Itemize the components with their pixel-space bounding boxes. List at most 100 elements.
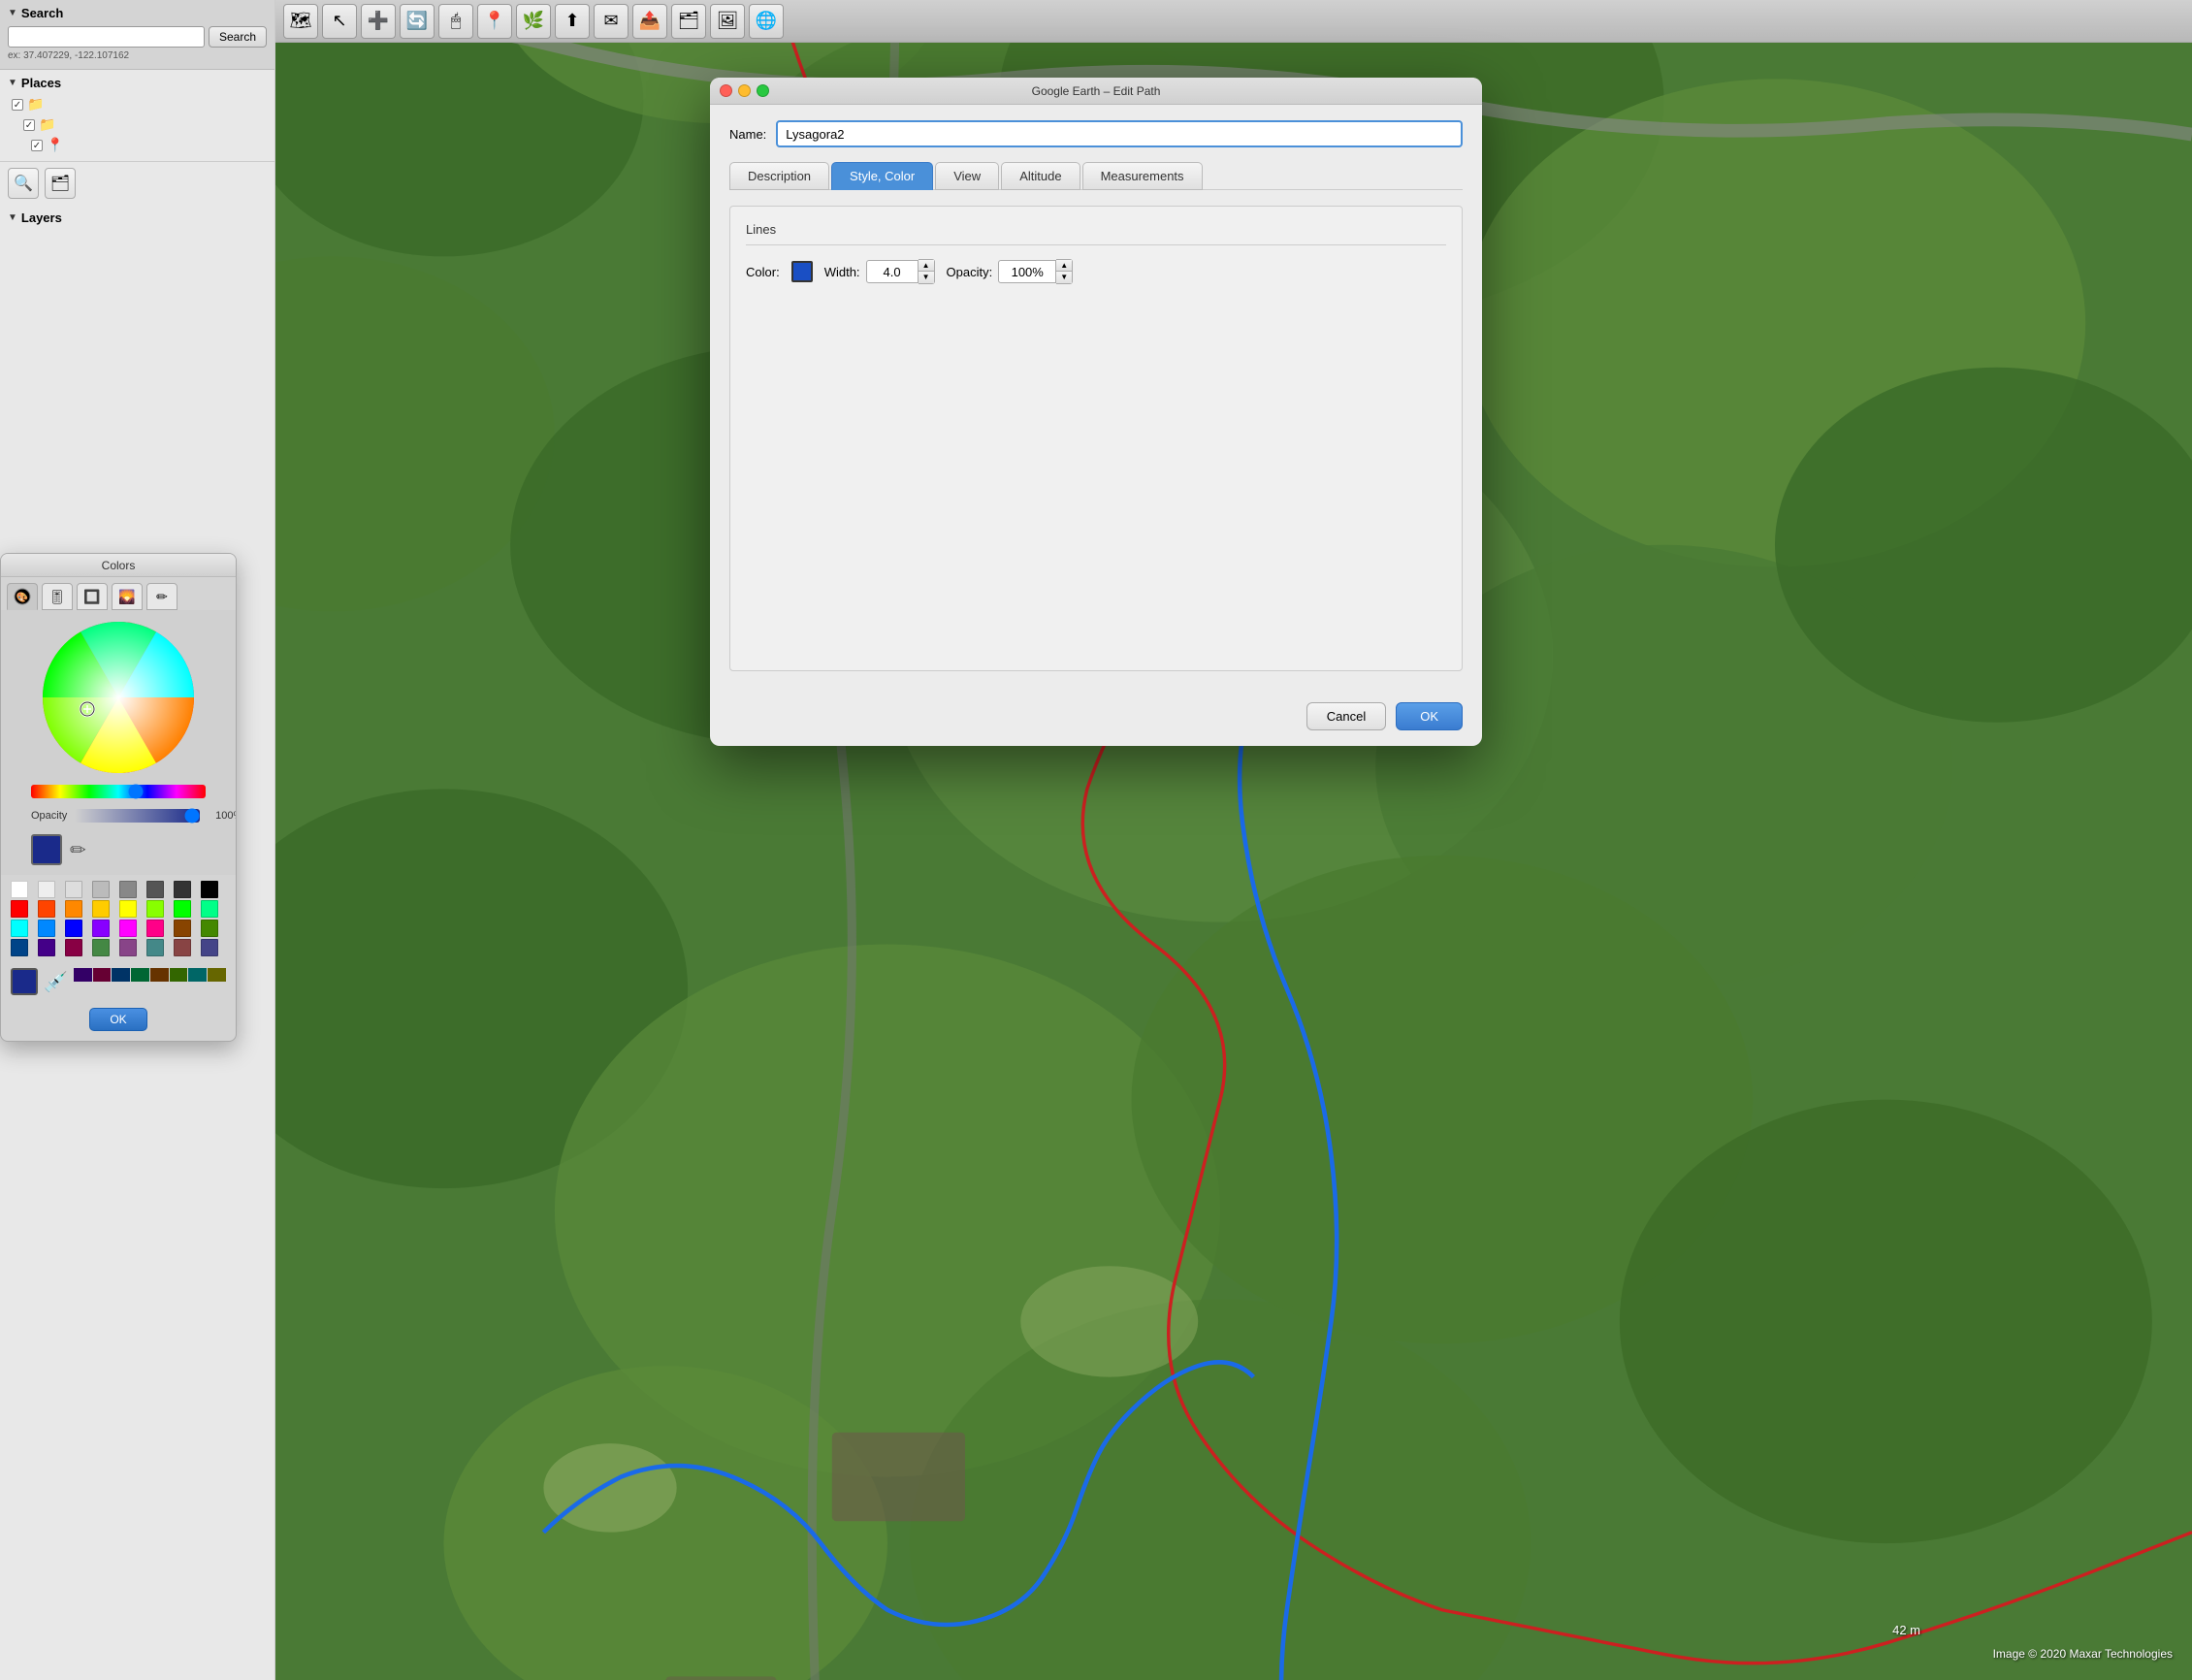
name-label: Name:	[729, 127, 766, 142]
color-cell[interactable]	[201, 939, 218, 956]
colors-bottom: 💉	[1, 962, 236, 1002]
color-cell[interactable]	[65, 900, 82, 918]
color-cell[interactable]	[119, 900, 137, 918]
eyedropper-icon[interactable]: 💉	[42, 968, 70, 996]
color-cell[interactable]	[38, 920, 55, 937]
selected-color-swatch[interactable]	[31, 834, 62, 865]
tabs-row: Description Style, Color View Altitude M…	[729, 161, 1463, 190]
color-cell[interactable]	[11, 939, 28, 956]
color-cell[interactable]	[11, 881, 28, 898]
color-cell[interactable]	[146, 900, 164, 918]
tab-view[interactable]: View	[935, 162, 999, 190]
mini-swatch[interactable]	[208, 968, 226, 982]
width-group: Width: ▲ ▼	[824, 259, 935, 284]
opacity-group: Opacity: ▲ ▼	[947, 259, 1074, 284]
color-cell[interactable]	[38, 881, 55, 898]
width-spinner-btns: ▲ ▼	[919, 259, 935, 284]
tab-measurements[interactable]: Measurements	[1082, 162, 1203, 190]
color-cell[interactable]	[92, 900, 110, 918]
lines-controls: Color: Width: ▲ ▼ Opacity:	[746, 259, 1446, 284]
svg-text:🎨: 🎨	[16, 591, 28, 603]
dialog-overlay: Google Earth – Edit Path Name: Descripti…	[0, 0, 2192, 1680]
color-cell[interactable]	[201, 920, 218, 937]
colors-tab-pencils[interactable]: ✏	[146, 583, 177, 610]
tab-altitude[interactable]: Altitude	[1001, 162, 1080, 190]
opacity-input[interactable]	[998, 260, 1056, 283]
width-up-button[interactable]: ▲	[919, 260, 934, 272]
color-grid	[1, 875, 236, 962]
colors-tab-sliders[interactable]: 🎚	[42, 583, 73, 610]
mini-swatch[interactable]	[131, 968, 149, 982]
copyright-text: Image © 2020 Maxar Technologies	[1993, 1647, 2173, 1661]
color-cell[interactable]	[65, 920, 82, 937]
mini-swatches	[74, 968, 226, 996]
name-input[interactable]	[776, 120, 1463, 147]
color-cell[interactable]	[65, 881, 82, 898]
opacity-spinner-btns: ▲ ▼	[1056, 259, 1073, 284]
color-cell[interactable]	[201, 881, 218, 898]
mini-swatch[interactable]	[170, 968, 188, 982]
width-down-button[interactable]: ▼	[919, 272, 934, 283]
color-cell[interactable]	[174, 900, 191, 918]
color-cell[interactable]	[146, 920, 164, 937]
color-wheel-container[interactable]	[41, 620, 196, 775]
color-cell[interactable]	[92, 881, 110, 898]
current-color-display[interactable]	[11, 968, 38, 995]
tab-description[interactable]: Description	[729, 162, 829, 190]
colors-tabs: 🎨 🎚 🔲 🌄 ✏	[1, 577, 236, 610]
color-cell[interactable]	[146, 881, 164, 898]
color-cell[interactable]	[65, 939, 82, 956]
colors-titlebar: Colors	[1, 554, 236, 577]
traffic-lights	[720, 84, 769, 97]
color-cell[interactable]	[119, 939, 137, 956]
ok-button[interactable]: OK	[1396, 702, 1463, 730]
color-cell[interactable]	[201, 900, 218, 918]
color-cell[interactable]	[38, 939, 55, 956]
cancel-button[interactable]: Cancel	[1306, 702, 1386, 730]
mini-swatch[interactable]	[93, 968, 112, 982]
colors-title: Colors	[102, 559, 136, 572]
colors-tab-wheel[interactable]: 🎨	[7, 583, 38, 610]
color-cell[interactable]	[174, 920, 191, 937]
mini-swatch[interactable]	[74, 968, 92, 982]
color-cell[interactable]	[174, 881, 191, 898]
colors-ok-button[interactable]: OK	[89, 1008, 146, 1031]
hue-slider-container	[31, 785, 206, 801]
color-cell[interactable]	[174, 939, 191, 956]
color-cell[interactable]	[119, 920, 137, 937]
color-swatch[interactable]	[791, 261, 813, 282]
hue-slider[interactable]	[31, 785, 206, 798]
dialog-titlebar: Google Earth – Edit Path	[710, 78, 1482, 105]
tab-style-color[interactable]: Style, Color	[831, 162, 933, 190]
opacity-up-button[interactable]: ▲	[1056, 260, 1072, 272]
color-cell[interactable]	[11, 920, 28, 937]
opacity-spinner: ▲ ▼	[998, 259, 1073, 284]
color-cell[interactable]	[38, 900, 55, 918]
lines-section-title: Lines	[746, 222, 1446, 245]
close-button[interactable]	[720, 84, 732, 97]
color-label: Color:	[746, 265, 780, 279]
opacity-panel-slider[interactable]	[75, 809, 200, 823]
mini-swatch[interactable]	[150, 968, 169, 982]
color-cell[interactable]	[146, 939, 164, 956]
color-wheel-area: Opacity 100% ✏	[1, 610, 236, 875]
width-label: Width:	[824, 265, 860, 279]
pencil-icon[interactable]: ✏	[70, 838, 86, 862]
width-input[interactable]	[866, 260, 919, 283]
colors-tab-image[interactable]: 🌄	[112, 583, 143, 610]
mini-swatch[interactable]	[188, 968, 207, 982]
maximize-button[interactable]	[757, 84, 769, 97]
color-cell[interactable]	[92, 939, 110, 956]
opacity-panel-value: 100%	[208, 810, 237, 822]
color-cell[interactable]	[119, 881, 137, 898]
mini-swatch[interactable]	[112, 968, 130, 982]
color-wheel-svg[interactable]	[41, 620, 196, 775]
color-cell[interactable]	[92, 920, 110, 937]
colors-footer: OK	[1, 1002, 236, 1041]
content-area: Lines Color: Width: ▲ ▼	[729, 206, 1463, 671]
opacity-down-button[interactable]: ▼	[1056, 272, 1072, 283]
colors-tab-swatches[interactable]: 🔲	[77, 583, 108, 610]
minimize-button[interactable]	[738, 84, 751, 97]
color-cell[interactable]	[11, 900, 28, 918]
scale-indicator: 42 m	[1892, 1623, 1920, 1637]
